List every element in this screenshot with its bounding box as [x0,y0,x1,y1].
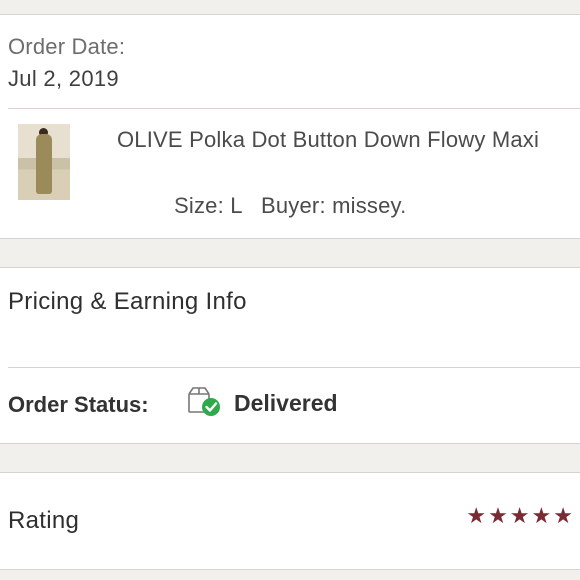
section-divider [0,443,580,444]
item-title[interactable]: OLIVE Polka Dot Button Down Flowy Maxi [117,124,557,156]
pricing-status-divider [8,367,580,368]
star-icon: ★ [466,503,487,528]
star-icon: ★ [509,503,530,528]
order-status-label: Order Status: [8,392,149,417]
item-buyer[interactable]: Buyer: missey. [261,193,406,218]
item-meta: Size: L Buyer: missey. [174,193,418,219]
section-divider [0,238,580,239]
redacted-blur [410,192,470,222]
redacted-blur [180,62,440,96]
redacted-blur [420,290,580,324]
item-thumbnail[interactable] [18,124,70,200]
redacted-blur [165,32,465,66]
star-icon: ★ [488,503,508,528]
bottom-divider [0,569,580,570]
redacted-blur [8,322,258,360]
star-icon: ★ [531,503,552,528]
order-status-value: Delivered [234,390,338,416]
delivered-box-check-icon [187,386,223,418]
rating-heading: Rating [8,507,80,534]
star-icon: ★ [553,503,573,528]
redacted-blur [110,192,170,222]
order-date-label: Order Date: [8,34,126,59]
rating-stars: ★ ★ ★ ★ ★ [466,504,573,528]
pricing-heading[interactable]: Pricing & Earning Info [8,288,247,316]
dress-shape [36,134,52,194]
order-date-value: Jul 2, 2019 [8,66,119,91]
item-size: Size: L [174,193,243,218]
order-item-divider [8,108,580,109]
